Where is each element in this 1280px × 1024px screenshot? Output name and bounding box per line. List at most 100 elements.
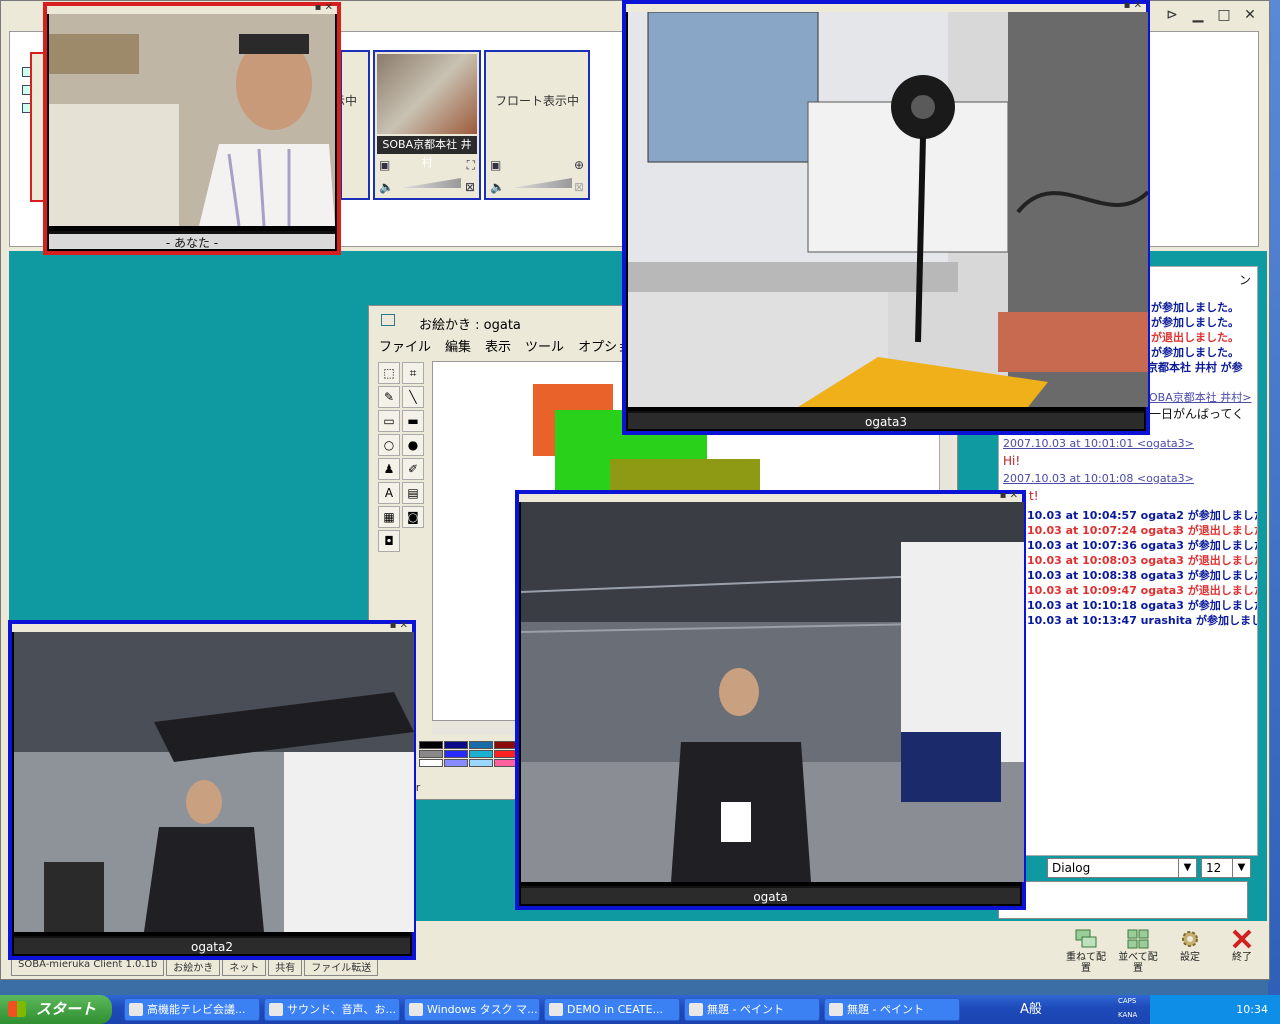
- mute-icon[interactable]: ⊠: [465, 180, 475, 194]
- video-window-self[interactable]: ▪ ✕ - あなた -: [43, 2, 341, 255]
- video-window-header: ▪ ✕: [47, 2, 337, 14]
- windows-logo-icon: [8, 1001, 26, 1017]
- chat-line: が退出しました。: [1151, 331, 1239, 344]
- close-icon[interactable]: ▪ ✕: [315, 2, 333, 13]
- ellipse-tool[interactable]: ○: [378, 434, 400, 456]
- gear-icon: [1182, 931, 1198, 947]
- video-tile-kyoto[interactable]: SOBA京都本社 井村 ▣ ⛶ 🔈 ⊠: [373, 50, 481, 200]
- app-icon: [129, 1003, 143, 1016]
- chat-line: が参加しました。: [1151, 301, 1239, 314]
- kana-indicator: KANA: [1118, 1011, 1138, 1019]
- clock: 10:34: [1236, 1003, 1268, 1016]
- cascade-button[interactable]: 重ねて配置: [1066, 928, 1106, 974]
- filled-ellipse-tool[interactable]: ●: [402, 434, 424, 456]
- palette-swatch[interactable]: [469, 759, 493, 767]
- video-tile-partial[interactable]: 示中: [333, 50, 370, 200]
- rectangle-tool[interactable]: ▭: [378, 410, 400, 432]
- paste-tool[interactable]: ▦: [378, 506, 400, 528]
- font-name-select[interactable]: Dialog ▼: [1047, 858, 1197, 878]
- video-window-ogata3[interactable]: ▪ ✕ ogata3: [622, 0, 1150, 435]
- ime-mode: A般: [1020, 1002, 1042, 1017]
- mute-icon[interactable]: ⊠: [574, 180, 584, 194]
- horizontal-scrollbar[interactable]: [432, 721, 522, 735]
- chevron-down-icon: ▼: [1178, 859, 1196, 877]
- menu-tools[interactable]: ツール: [525, 336, 564, 355]
- brush-tool[interactable]: ✐: [402, 458, 424, 480]
- close-icon[interactable]: ✕: [1241, 7, 1259, 23]
- ime-bar[interactable]: A般 CAPS KANA: [970, 995, 1150, 1024]
- close-icon[interactable]: ▪ ✕: [1124, 0, 1142, 11]
- menu-edit[interactable]: 編集: [445, 336, 471, 355]
- palette-swatch[interactable]: [444, 741, 468, 749]
- pencil-tool[interactable]: ✎: [378, 386, 400, 408]
- palette-swatch[interactable]: [469, 741, 493, 749]
- menu-file[interactable]: ファイル: [379, 336, 431, 355]
- settings-button[interactable]: 設定: [1170, 928, 1210, 974]
- minimize-icon[interactable]: ▁: [1189, 7, 1207, 23]
- task-button[interactable]: 無題 - ペイント: [684, 998, 820, 1021]
- float-status-label: フロート表示中: [494, 94, 579, 108]
- capture-tool[interactable]: ◙: [402, 506, 424, 528]
- task-button[interactable]: サウンド、音声、お...: [264, 998, 400, 1021]
- task-label: サウンド、音声、お...: [287, 1003, 397, 1016]
- settings-label: 設定: [1180, 952, 1200, 963]
- video-window-ogata[interactable]: ▪ ✕ ogata: [515, 490, 1026, 910]
- taskbar-tasks: 高機能テレビ会議... サウンド、音声、お... Windows タスク マ..…: [124, 998, 960, 1021]
- task-button[interactable]: 高機能テレビ会議...: [124, 998, 260, 1021]
- ogata3-video-feed: [628, 12, 1148, 407]
- chat-meta[interactable]: 2007.10.03 at 10:01:08 <ogata3>: [1003, 472, 1194, 485]
- app-icon: [409, 1003, 423, 1016]
- chat-meta[interactable]: 2007.10.03 at 10:01:01 <ogata3>: [1003, 437, 1194, 450]
- palette-swatch[interactable]: [419, 759, 443, 767]
- float-tile-controls: ▣ ⊕ 🔈 ⊠: [490, 158, 584, 194]
- restore-icon[interactable]: ⊳: [1163, 7, 1181, 23]
- select-rect-tool[interactable]: ⬚: [378, 362, 400, 384]
- volume-slider[interactable]: [401, 178, 461, 188]
- app-icon: [549, 1003, 563, 1016]
- camera-icon[interactable]: ▣: [379, 158, 390, 172]
- palette-swatch[interactable]: [444, 750, 468, 758]
- start-button[interactable]: スタート: [0, 995, 112, 1024]
- select-free-tool[interactable]: ⌗: [402, 362, 424, 384]
- volume-slider[interactable]: [512, 178, 572, 188]
- video-tile-float[interactable]: フロート表示中 ▣ ⊕ 🔈 ⊠: [484, 50, 590, 200]
- chat-line: 10.03 at 10:08:03 ogata3 が退出しました。: [1027, 554, 1258, 567]
- paint-toolbox: ⬚ ⌗ ✎ ╲ ▭ ▬ ○ ● ♟ ✐ A ▤ ▦ ◙ ◘: [377, 361, 427, 553]
- close-icon[interactable]: ▪ ✕: [1000, 490, 1018, 501]
- palette-swatch[interactable]: [419, 750, 443, 758]
- task-label: Windows タスク マ...: [427, 1003, 538, 1016]
- fullscreen-icon[interactable]: ⛶: [467, 158, 475, 173]
- task-label: 無題 - ペイント: [847, 1003, 924, 1016]
- palette-swatch[interactable]: [419, 741, 443, 749]
- speaker-icon[interactable]: 🔈: [379, 180, 394, 194]
- chat-meta[interactable]: OBA京都本社 井村>: [1149, 389, 1251, 405]
- maximize-icon[interactable]: □: [1215, 7, 1233, 23]
- tile-button[interactable]: 並べて配置: [1118, 928, 1158, 974]
- palette-swatch[interactable]: [469, 750, 493, 758]
- target-icon[interactable]: ⊕: [574, 158, 584, 172]
- task-button[interactable]: Windows タスク マ...: [404, 998, 540, 1021]
- line-tool[interactable]: ╲: [402, 386, 424, 408]
- close-icon[interactable]: ▪ ✕: [390, 620, 408, 631]
- camera-icon[interactable]: ▣: [490, 158, 501, 172]
- font-size-select[interactable]: 12 ▼: [1201, 858, 1251, 878]
- chat-input[interactable]: [998, 881, 1248, 919]
- stamp-tool[interactable]: ♟: [378, 458, 400, 480]
- bottom-toolbar: 重ねて配置 並べて配置 設定 終了: [1066, 928, 1262, 974]
- task-label: 無題 - ペイント: [707, 1003, 784, 1016]
- task-button[interactable]: 無題 - ペイント: [824, 998, 960, 1021]
- text-tool[interactable]: A: [378, 482, 400, 504]
- ogata-video-feed: [521, 502, 1024, 882]
- speaker-icon[interactable]: 🔈: [490, 180, 505, 194]
- video-window-ogata2[interactable]: ▪ ✕ ogata2: [8, 620, 416, 960]
- video-window-header: ▪ ✕: [519, 490, 1022, 502]
- chat-line: 10.03 at 10:13:47 urashita が参加しまし: [1027, 614, 1258, 627]
- camera-tool[interactable]: ◘: [378, 530, 400, 552]
- menu-view[interactable]: 表示: [485, 336, 511, 355]
- task-button[interactable]: DEMO in CEATE...: [544, 998, 680, 1021]
- exit-button[interactable]: 終了: [1222, 928, 1262, 974]
- note-tool[interactable]: ▤: [402, 482, 424, 504]
- palette-swatch[interactable]: [444, 759, 468, 767]
- filled-rectangle-tool[interactable]: ▬: [402, 410, 424, 432]
- taskbar: スタート 高機能テレビ会議... サウンド、音声、お... Windows タス…: [0, 995, 1280, 1024]
